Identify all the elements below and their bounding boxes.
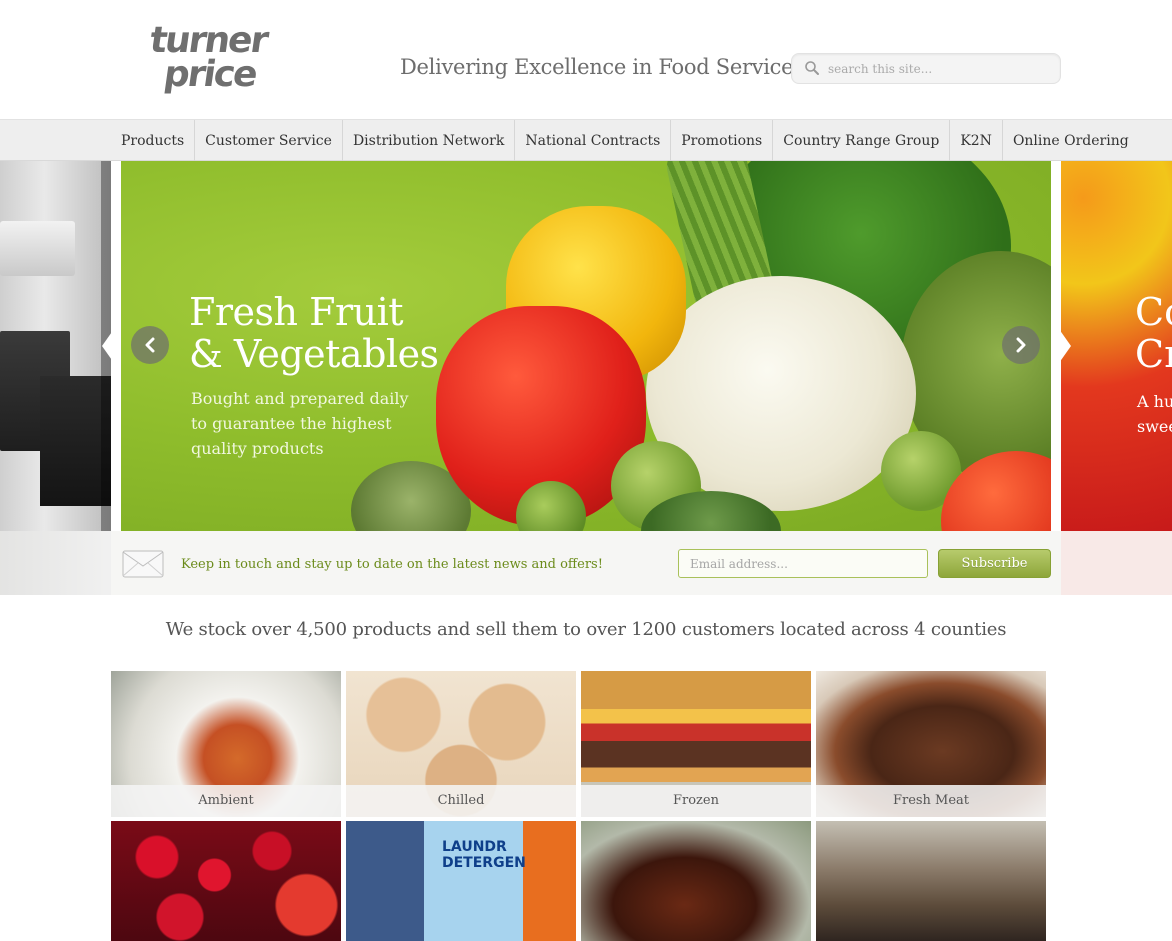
nav-item-country-range-group[interactable]: Country Range Group — [773, 120, 951, 162]
slide-next-preview: Co Cr A hu swee — [1061, 161, 1172, 531]
subscribe-button[interactable]: Subscribe — [938, 549, 1051, 578]
nav-item-promotions[interactable]: Promotions — [671, 120, 774, 162]
slide-next-title: Co Cr — [1135, 290, 1172, 376]
slide-prev-preview — [0, 161, 111, 531]
chevron-left-icon — [145, 337, 155, 353]
hero-slider: Fresh Fruit & Vegetables Bought and prep… — [0, 161, 1172, 595]
category-ambient[interactable]: Ambient — [111, 671, 341, 817]
office-printer-image — [0, 221, 75, 276]
search-input[interactable] — [828, 60, 1048, 78]
site-header: turner price Delivering Excellence in Fo… — [0, 0, 1172, 119]
category-chilled[interactable]: Chilled — [346, 671, 576, 817]
slide-next-subtitle: A hu swee — [1137, 392, 1172, 436]
category-drinks-image[interactable] — [581, 821, 811, 941]
search-icon — [804, 60, 820, 80]
slider-next-button[interactable] — [1002, 326, 1040, 364]
logo-line1: turner — [147, 20, 270, 61]
slide-subtitle: Bought and prepared daily to guarantee t… — [191, 389, 409, 458]
category-label: Ambient — [111, 785, 341, 817]
slide-title: Fresh Fruit & Vegetables — [189, 290, 439, 376]
email-field[interactable] — [678, 549, 928, 578]
logo-line2: price — [161, 54, 259, 95]
category-cleaning-image[interactable]: LAUNDR DETERGEN — [346, 821, 576, 941]
category-fresh-meat[interactable]: Fresh Meat — [816, 671, 1046, 817]
detergent-label: LAUNDR DETERGEN — [442, 839, 526, 871]
tagline: Delivering Excellence in Food Service — [400, 55, 794, 79]
category-frozen[interactable]: Frozen — [581, 671, 811, 817]
nav-item-distribution-network[interactable]: Distribution Network — [343, 120, 516, 162]
search-box[interactable] — [791, 53, 1061, 84]
newsletter-text: Keep in touch and stay up to date on the… — [181, 557, 603, 572]
nav-item-k2n[interactable]: K2N — [950, 120, 1003, 162]
category-dining-image[interactable] — [816, 821, 1046, 941]
category-label: Chilled — [346, 785, 576, 817]
envelope-icon — [122, 550, 164, 582]
newsletter-bar: Keep in touch and stay up to date on the… — [0, 531, 1172, 595]
category-label: Frozen — [581, 785, 811, 817]
nav-item-products[interactable]: Products — [111, 120, 196, 162]
stock-statement: We stock over 4,500 products and sell th… — [165, 619, 1007, 640]
category-fruit-image[interactable] — [111, 821, 341, 941]
main-nav: Products Customer Service Distribution N… — [0, 119, 1172, 162]
category-label: Fresh Meat — [816, 785, 1046, 817]
nav-item-customer-service[interactable]: Customer Service — [195, 120, 343, 162]
chevron-right-icon — [1016, 337, 1026, 353]
nav-item-online-ordering[interactable]: Online Ordering — [1003, 120, 1139, 162]
logo[interactable]: turner price — [147, 20, 270, 102]
slider-prev-button[interactable] — [131, 326, 169, 364]
nav-item-national-contracts[interactable]: National Contracts — [515, 120, 672, 162]
slide-fresh-fruit-vegetables[interactable]: Fresh Fruit & Vegetables Bought and prep… — [121, 161, 1051, 531]
